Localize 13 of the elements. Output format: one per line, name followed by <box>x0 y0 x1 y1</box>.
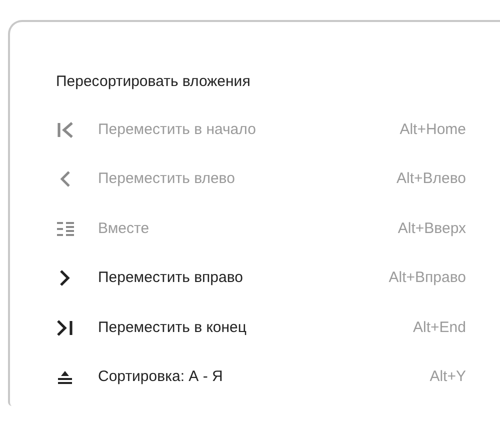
skip-start-icon <box>56 120 74 139</box>
menu-item[interactable]: Переместить вправо <box>98 267 243 290</box>
list-icon <box>56 220 74 238</box>
menu-item[interactable]: Сортировка: А - Я <box>98 366 223 388</box>
menu-item[interactable]: Переместить в конец <box>98 316 246 339</box>
shortcut-text: Alt+End <box>412 318 466 338</box>
shortcut-text: Alt+Вправо <box>388 268 466 288</box>
shortcut-text: Alt+Y <box>428 367 466 387</box>
menu-title: Пересортировать вложения <box>56 72 252 92</box>
shortcut-text: Alt+Вверх <box>396 218 466 238</box>
shortcut-text: Alt+Влево <box>395 169 466 189</box>
skip-end-icon <box>56 318 74 337</box>
shortcut-text: Alt+Home <box>398 120 466 140</box>
